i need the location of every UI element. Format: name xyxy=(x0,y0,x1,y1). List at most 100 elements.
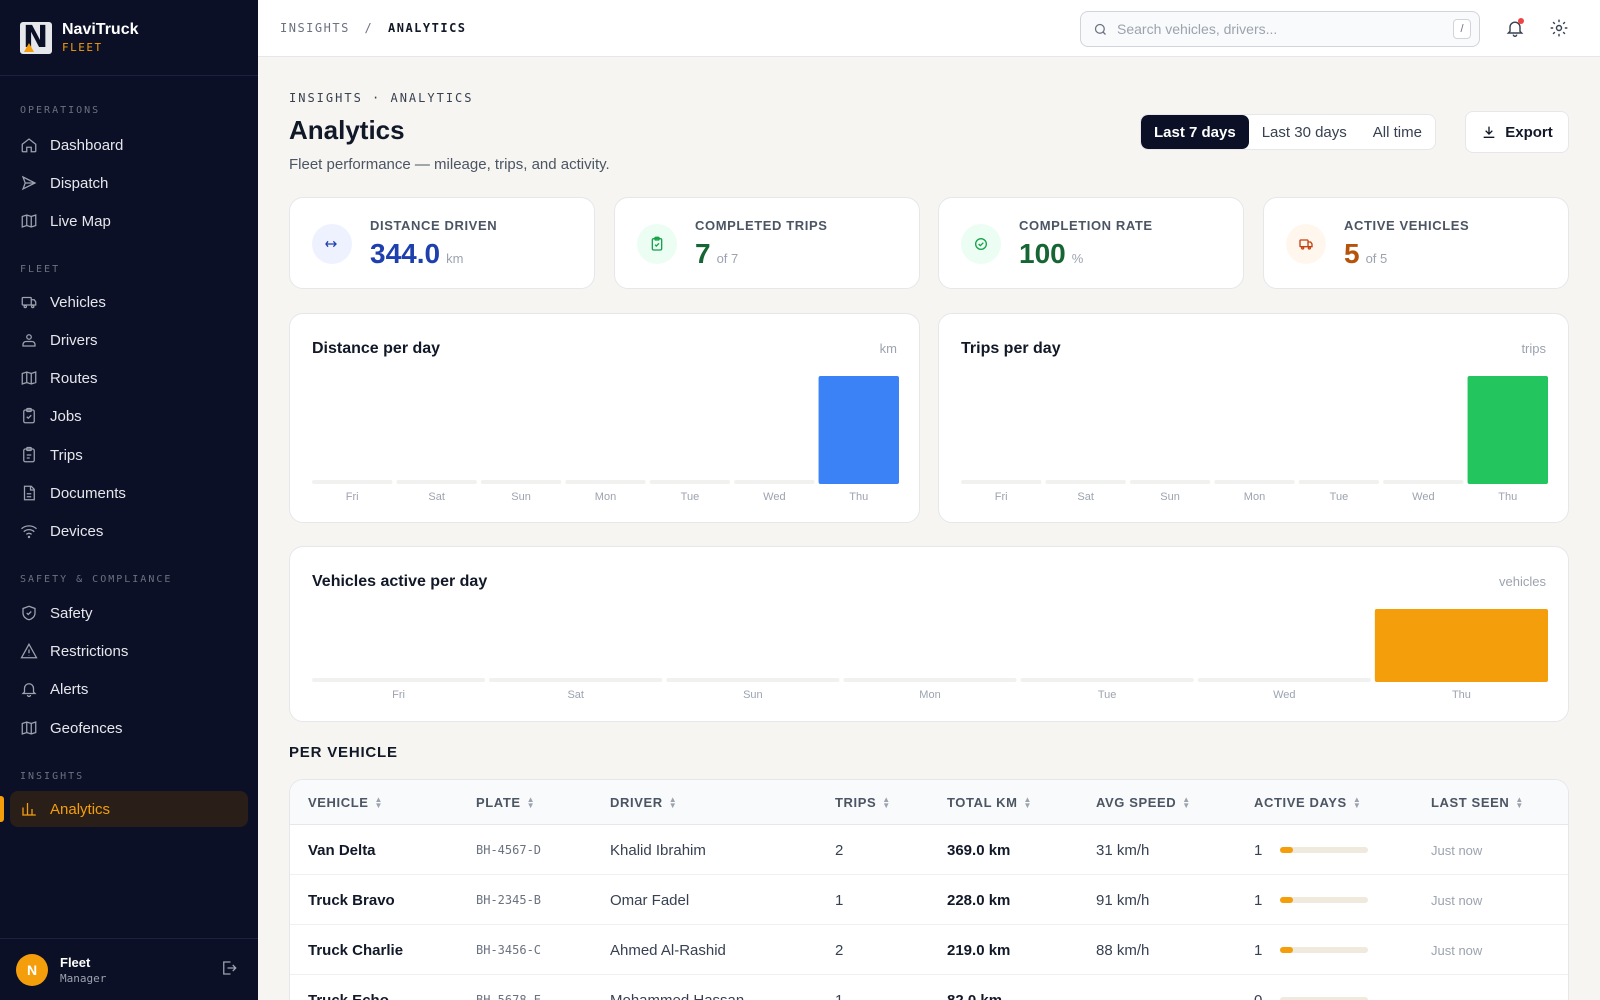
sidebar-item-drivers[interactable]: Drivers xyxy=(10,322,248,358)
cell-driver: Khalid Ibrahim xyxy=(610,841,706,859)
download-icon xyxy=(1483,126,1495,138)
bar-sun xyxy=(666,678,840,682)
cell-vehicle: Truck Echo xyxy=(308,991,389,1000)
sidebar-item-devices[interactable]: Devices xyxy=(10,513,248,549)
sidebar-item-restrictions[interactable]: Restrictions xyxy=(10,633,248,669)
sidebar-item-label: Drivers xyxy=(50,331,98,349)
cell-plate: BH-2345-B xyxy=(476,893,542,907)
per-vehicle-table: VEHICLE ▲ ▼ PLATE ▲ ▼ DRIVER ▲ ▼ TRIPS ▲ ▼ TOTAL KM ▲… xyxy=(289,779,1569,1000)
stat-number: 100 xyxy=(1019,238,1066,269)
bar-mon xyxy=(843,678,1017,682)
breadcrumb-separator: / xyxy=(364,21,374,35)
brand[interactable]: N NaviTruck FLEET xyxy=(0,0,258,76)
column-header-active-days[interactable]: ACTIVE DAYS ▲ ▼ xyxy=(1254,780,1361,825)
bar-fri xyxy=(312,678,486,682)
breadcrumb-current: ANALYTICS xyxy=(388,21,467,35)
search-placeholder: Search vehicles, drivers... xyxy=(1117,21,1278,37)
sort-icon: ▲ ▼ xyxy=(1352,794,1362,810)
stat-value: 100% xyxy=(1019,238,1083,270)
sidebar-item-label: Trips xyxy=(50,446,83,464)
column-header-driver[interactable]: DRIVER ▲ ▼ xyxy=(610,780,677,825)
avatar: N xyxy=(16,953,48,986)
sidebar: N NaviTruck FLEET OPERATIONS Dashboard D… xyxy=(0,0,258,1000)
chart-title: Distance per day xyxy=(312,340,441,357)
search-input[interactable]: Search vehicles, drivers... / xyxy=(1080,11,1480,47)
column-header-plate[interactable]: PLATE ▲ ▼ xyxy=(476,780,535,825)
breadcrumb-parent[interactable]: INSIGHTS xyxy=(280,21,350,35)
column-header-trips[interactable]: TRIPS ▲ ▼ xyxy=(835,780,891,825)
settings-button[interactable] xyxy=(1549,18,1569,38)
active-days-bar-fill xyxy=(1280,897,1293,903)
cell-total-km: 82.0 km xyxy=(947,991,1003,1000)
cell-vehicle: Truck Charlie xyxy=(308,941,404,959)
export-button[interactable]: Export xyxy=(1465,111,1569,153)
bar-fri xyxy=(961,480,1042,484)
bar-wed xyxy=(1383,480,1464,484)
breadcrumb: INSIGHTS / ANALYTICS xyxy=(280,21,467,35)
stat-unit: of 5 xyxy=(1365,251,1388,266)
sidebar-item-safety[interactable]: Safety xyxy=(10,595,248,631)
clipboard-icon xyxy=(23,407,35,424)
page-eyebrow: INSIGHTS · ANALYTICS xyxy=(289,91,474,105)
stat-label: COMPLETION RATE xyxy=(1019,218,1153,233)
range-option-last-30-days[interactable]: Last 30 days xyxy=(1249,115,1360,149)
sidebar-item-alerts[interactable]: Alerts xyxy=(10,671,248,707)
tick-label-thu: Thu xyxy=(1452,689,1471,701)
range-option-all-time[interactable]: All time xyxy=(1360,115,1435,149)
column-header-label: AVG SPEED xyxy=(1096,795,1177,810)
stat-card-active-vehicles: ACTIVE VEHICLES 5 of 5 xyxy=(1263,197,1569,289)
cell-total-km: 228.0 km xyxy=(947,891,1011,909)
bar-mon xyxy=(1214,480,1295,484)
stat-number: 7 xyxy=(695,238,711,269)
sidebar-item-documents[interactable]: Documents xyxy=(10,475,248,511)
sidebar-item-analytics[interactable]: Analytics xyxy=(10,791,248,827)
check-circle-icon xyxy=(975,238,987,250)
cell-active-days: 0 xyxy=(1254,975,1369,1000)
tick-label-tue: Tue xyxy=(681,491,700,503)
warning-icon xyxy=(20,642,38,659)
user-block[interactable]: N Fleet Manager xyxy=(0,938,258,1000)
active-indicator xyxy=(0,796,4,822)
user-name: Fleet xyxy=(60,954,91,970)
table-row[interactable]: Truck Echo BH-5678-E Mohammed Hassan 1 82.0 … xyxy=(290,975,1568,1000)
clipboard-check-icon xyxy=(651,236,663,251)
column-header-total-km[interactable]: TOTAL KM ▲ ▼ xyxy=(947,780,1032,825)
sidebar-item-routes[interactable]: Routes xyxy=(10,360,248,396)
range-option-last-7-days[interactable]: Last 7 days xyxy=(1141,115,1249,149)
bar-wed xyxy=(1197,678,1371,682)
stat-unit: % xyxy=(1071,251,1084,266)
cell-plate: BH-5678-E xyxy=(476,993,542,1000)
stat-unit: of 7 xyxy=(716,251,739,266)
sort-icon: ▲ ▼ xyxy=(668,794,678,810)
nav-section-operations: OPERATIONS xyxy=(20,105,101,116)
cell-total-km: 369.0 km xyxy=(947,841,1011,859)
sidebar-item-live-map[interactable]: Live Map xyxy=(10,203,248,239)
sidebar-item-geofences[interactable]: Geofences xyxy=(10,710,248,746)
table-row[interactable]: Truck Charlie BH-3456-C Ahmed Al-Rashid 2 21… xyxy=(290,925,1568,975)
notifications-button[interactable] xyxy=(1505,18,1525,38)
table-row[interactable]: Truck Bravo BH-2345-B Omar Fadel 1 228.0 km 9… xyxy=(290,875,1568,925)
sidebar-item-dispatch[interactable]: Dispatch xyxy=(10,165,248,201)
sidebar-item-jobs[interactable]: Jobs xyxy=(10,398,248,434)
column-header-avg-speed[interactable]: AVG SPEED ▲ ▼ xyxy=(1096,780,1191,825)
column-header-vehicle[interactable]: VEHICLE ▲ ▼ xyxy=(308,780,383,825)
sidebar-item-dashboard[interactable]: Dashboard xyxy=(10,127,248,163)
tick-label-thu: Thu xyxy=(1498,491,1517,503)
map-icon xyxy=(21,214,37,228)
tick-label-mon: Mon xyxy=(595,491,616,503)
sidebar-item-label: Live Map xyxy=(50,212,111,230)
stat-label: ACTIVE VEHICLES xyxy=(1344,218,1470,233)
sidebar-item-trips[interactable]: Trips xyxy=(10,437,248,473)
sidebar-item-vehicles[interactable]: Vehicles xyxy=(10,284,248,320)
tick-label-mon: Mon xyxy=(919,689,940,701)
chart-card-vehicles-active: Vehicles active per day vehicles Fri Sat S… xyxy=(289,546,1569,722)
column-header-label: VEHICLE xyxy=(308,795,369,810)
column-header-last-seen[interactable]: LAST SEEN ▲ ▼ xyxy=(1431,780,1524,825)
tick-label-fri: Fri xyxy=(995,491,1008,503)
logout-button[interactable] xyxy=(220,959,238,982)
chart-unit: trips xyxy=(1521,341,1546,356)
stat-number: 344.0 xyxy=(370,238,441,269)
table-row[interactable]: Van Delta BH-4567-D Khalid Ibrahim 2 369.0 k… xyxy=(290,825,1568,875)
tick-label-tue: Tue xyxy=(1098,689,1117,701)
sort-icon: ▲ ▼ xyxy=(1515,794,1524,810)
